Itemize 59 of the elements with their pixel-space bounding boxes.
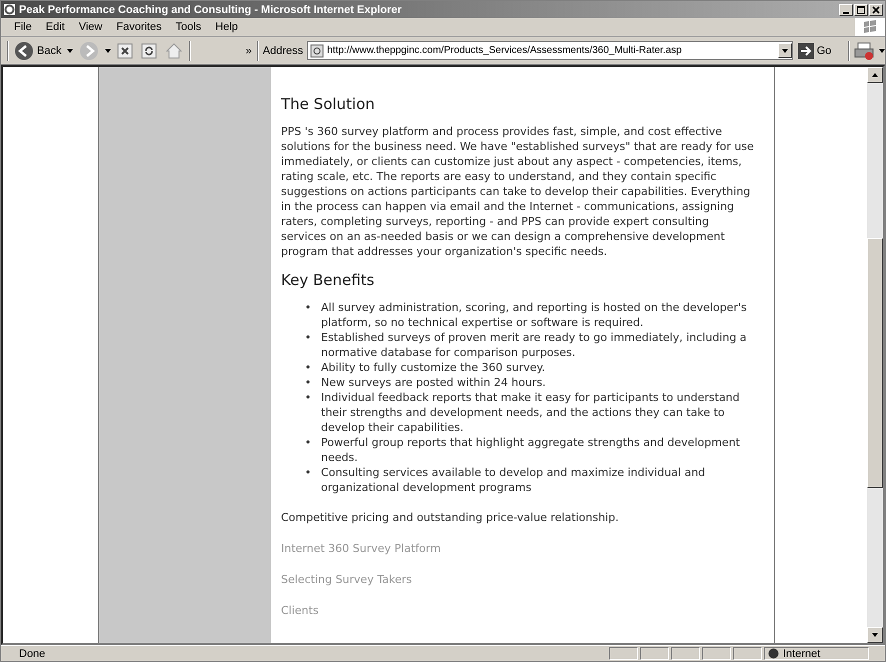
maximize-icon [857, 6, 865, 14]
menu-item[interactable]: File [7, 21, 39, 33]
scroll-up-button[interactable] [867, 67, 883, 83]
close-icon [872, 6, 880, 14]
caret-icon[interactable] [878, 48, 885, 54]
go-button[interactable]: Go [796, 42, 832, 60]
minimize-button[interactable] [839, 4, 853, 16]
benefit-item: Individual feedback reports that make it easy for participants to understand their strengths and development needs, and the actions they can take to develop their capabilities. [321, 390, 741, 435]
benefit-item: Consulting services available to develop and maximize individual and organizational development programs [321, 465, 706, 495]
status-text: Done [18, 648, 46, 660]
section-heading: The Solution [281, 95, 376, 113]
bullet: • [304, 435, 312, 451]
close-button[interactable] [869, 4, 883, 16]
bullet: • [304, 390, 312, 406]
benefit-item: Established surveys of proven merit are ready to go immediately, including a normative database for comparison purposes. [321, 330, 748, 360]
toolbar-chevron[interactable]: » [244, 44, 253, 58]
bullet: • [304, 360, 312, 375]
up-arrow-icon [871, 72, 879, 78]
home-icon [164, 40, 184, 60]
security-zone: Internet [764, 647, 869, 660]
minimize-icon [843, 12, 849, 14]
bullet: • [304, 330, 312, 346]
window-title: Peak Performance Coaching and Consulting - Microsoft Internet Explorer [19, 4, 403, 16]
down-arrow-icon [871, 632, 879, 638]
benefit-item: New surveys are posted within 24 hours. [321, 375, 546, 390]
browser-icon [3, 3, 16, 16]
bullet: • [304, 375, 312, 390]
stop-icon [116, 42, 134, 60]
caret-icon[interactable] [66, 48, 74, 54]
bullet: • [304, 300, 312, 316]
dropdown-button[interactable] [778, 43, 792, 58]
maximize-button[interactable] [854, 4, 868, 16]
back-button[interactable]: Back [13, 40, 62, 62]
caret-icon [780, 48, 789, 54]
refresh-icon [140, 42, 158, 60]
arrow-icon [798, 42, 814, 58]
benefit-item: Powerful group reports that highlight aggregate strengths and development needs. [321, 435, 741, 465]
scrollbar[interactable] [867, 67, 883, 643]
address-label: Address [262, 44, 304, 56]
address-field[interactable]: http://www.theppginc.com/Products_Services/Assessments/360_Multi-Rater.asp [307, 41, 793, 60]
menu-item[interactable]: Edit [38, 21, 72, 33]
benefit-item: Ability to fully customize the 360 survey. [321, 360, 546, 375]
benefit-item: All survey administration, scoring, and reporting is hosted on the developer's platform, so no technical expertise or software is required. [321, 300, 748, 330]
paragraph: PPS 's 360 survey platform and process provides fast, simple, and cost effective solutions for the business need. We have "established surveys" that are ready for use immediately, or clients can customize just about any aspect - competencies, items, rating scale, etc. The reports are easy to understand, and they contain specific suggestions on actions participants can take to develop their capabilities. Everything in the process can happen via email and the Internet - communications, assigning raters, completing surveys, reporting - and PPS can provide expert consulting services on an as-needed basis or we can design a comprehensive development program that addresses your organization's specific needs. [281, 124, 754, 259]
printer-icon[interactable] [854, 40, 874, 60]
refresh-button[interactable] [138, 40, 159, 60]
page-icon [310, 44, 324, 58]
menu-item[interactable]: View [72, 21, 110, 33]
bullet: • [304, 465, 312, 481]
scroll-down-button[interactable] [867, 627, 883, 643]
globe-icon [768, 648, 779, 659]
pricing-text: Competitive pricing and outstanding price-value relationship. [281, 510, 620, 525]
menu-item[interactable]: Favorites [109, 21, 169, 33]
menu-item[interactable]: Tools [168, 21, 208, 33]
stop-button[interactable] [114, 40, 135, 60]
scroll-thumb[interactable] [867, 238, 883, 488]
menu-item[interactable]: Help [208, 21, 245, 33]
section-heading: Key Benefits [281, 271, 376, 289]
caret-icon[interactable] [104, 48, 111, 54]
